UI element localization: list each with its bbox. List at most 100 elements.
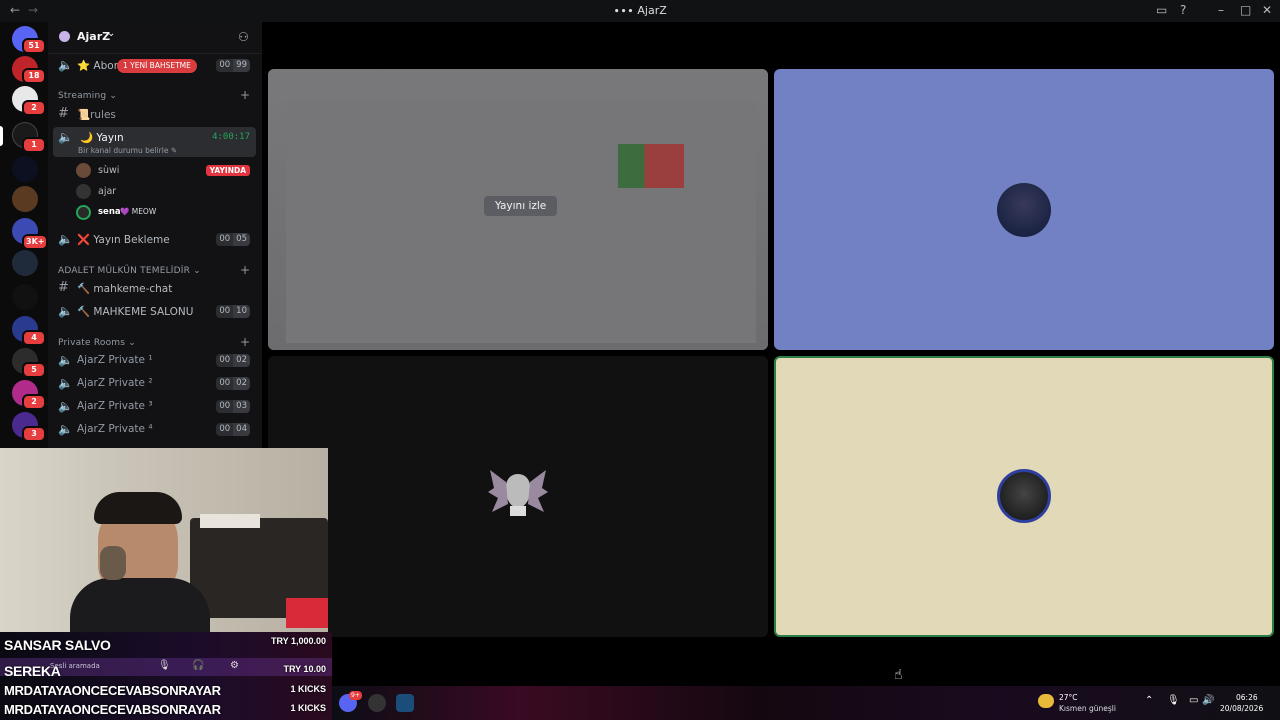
windows-taskbar: 9+ 27°C Kısmen güneşli ⌃ 🎙 ▭ 🔊 06:26 20/… [332, 686, 1280, 720]
server-badge: 2 [22, 394, 46, 410]
participant-tile[interactable] [774, 69, 1274, 350]
donor-name: SEREKA [4, 663, 61, 679]
server-badge: 18 [22, 68, 46, 84]
voice-channel-private-2[interactable]: 🔈 AjarZ Private ² 00 02 [53, 373, 256, 395]
microphone-icon: 🎙 [158, 660, 171, 671]
user-count: 00 02 [216, 377, 250, 390]
pencil-icon: ✎ [170, 146, 178, 155]
webcam-person-hair [94, 492, 182, 524]
speaker-icon: 🔈 [58, 58, 73, 72]
window-title-text: AjarZ [637, 4, 667, 17]
donation-amount: TRY 10.00 [283, 664, 326, 674]
donation-amount: 1 KICKS [290, 703, 326, 713]
weather-temperature[interactable]: 27°C [1059, 693, 1078, 702]
add-channel-icon[interactable]: + [240, 263, 250, 277]
text-channel-rules[interactable]: # 📜rules [53, 104, 256, 126]
app-taskbar-icon[interactable] [368, 694, 386, 712]
channel-sidebar: AjarZ ⌄ ⚇ 🔈 ⭐ Abon 1 YENİ BAHSETME 00 99 … [48, 22, 262, 450]
person-add-icon[interactable]: ⚇ [238, 30, 249, 44]
participant-avatar [997, 469, 1051, 523]
voice-channel-abone[interactable]: 🔈 ⭐ Abon 1 YENİ BAHSETME 00 99 [53, 55, 256, 77]
chevron-up-icon[interactable]: ⌃ [1145, 695, 1153, 706]
help-icon[interactable]: ? [1180, 3, 1186, 17]
user-count-current: 00 [216, 400, 234, 413]
active-server-indicator [0, 126, 3, 146]
speaker-icon: 🔈 [58, 376, 73, 390]
category-label: Streaming [58, 91, 107, 101]
webcam-headphone [100, 546, 126, 580]
voice-user[interactable]: ajar [76, 183, 250, 201]
server-icon[interactable] [12, 284, 38, 310]
window-title: ∙∙∙ AjarZ [0, 4, 1280, 17]
avatar [76, 184, 91, 199]
voice-channel-private-4[interactable]: 🔈 AjarZ Private ⁴ 00 04 [53, 419, 256, 441]
watch-stream-button[interactable]: Yayını izle [484, 196, 558, 216]
user-count-current: 00 [216, 59, 234, 72]
voice-user-name: ajar [98, 186, 117, 197]
maximize-icon[interactable]: □ [1240, 3, 1251, 17]
webcam-overlay [0, 448, 328, 636]
voice-channel-yayin-bekleme[interactable]: 🔈 ❌ Yayın Bekleme 00 05 [53, 229, 256, 251]
server-icon[interactable] [12, 186, 38, 212]
call-stage: Yayını izle ☝ [262, 22, 1280, 686]
channel-label: ❌ Yayın Bekleme [77, 234, 170, 246]
weather-icon[interactable] [1038, 694, 1054, 708]
channel-label: AjarZ Private ² [77, 377, 153, 389]
participant-avatar [486, 462, 550, 526]
voice-user[interactable]: sùwi YAYINDA [76, 162, 250, 180]
category-label: ADALET MÜLKÜN TEMELİDİR [58, 266, 191, 276]
speaker-icon: 🔈 [58, 422, 73, 436]
user-count-limit: 05 [233, 233, 250, 246]
channel-status-row[interactable]: Bir kanal durumu belirle ✎ [78, 146, 177, 155]
add-channel-icon[interactable]: + [240, 88, 250, 102]
microphone-tray-icon[interactable]: 🎙 [1167, 695, 1180, 706]
user-count: 00 02 [216, 354, 250, 367]
server-badge: 5 [22, 362, 46, 378]
donor-name: SANSAR SALVO [4, 637, 111, 653]
user-count: 00 10 [216, 305, 250, 318]
stream-preview-tile[interactable]: Yayını izle [268, 69, 768, 350]
channel-label: 🔨 MAHKEME SALONU [77, 306, 194, 318]
volume-icon[interactable]: 🔊 [1202, 695, 1214, 706]
minimize-icon[interactable]: – [1218, 3, 1224, 17]
server-icon[interactable] [12, 250, 38, 276]
call-timer: 4:00:17 [212, 132, 250, 142]
hash-icon: # [58, 280, 69, 295]
category-adalet[interactable]: ADALET MÜLKÜN TEMELİDİR ⌄ [58, 266, 201, 276]
channel-label: 📜rules [77, 109, 116, 121]
participant-tile[interactable] [268, 356, 768, 637]
participant-tile-speaking[interactable] [774, 356, 1274, 637]
clock-time[interactable]: 06:26 [1236, 693, 1258, 702]
channel-label: 🔨 mahkeme-chat [77, 283, 173, 295]
network-icon[interactable]: ▭ [1189, 695, 1198, 706]
text-channel-mahkeme-chat[interactable]: # 🔨 mahkeme-chat [53, 278, 256, 300]
category-streaming[interactable]: Streaming ⌄ [58, 91, 117, 101]
new-mention-badge[interactable]: 1 YENİ BAHSETME [117, 59, 197, 73]
category-private-rooms[interactable]: Private Rooms ⌄ [58, 338, 136, 348]
voice-user[interactable]: sena 💜 MEOW [76, 204, 250, 222]
speaker-icon: 🔈 [58, 304, 73, 318]
user-count-limit: 04 [233, 423, 250, 436]
server-icon[interactable] [12, 156, 38, 182]
headphones-icon: 🎧 [192, 660, 205, 671]
steam-taskbar-icon[interactable] [396, 694, 414, 712]
user-count-current: 00 [216, 423, 234, 436]
server-badge: 4 [22, 330, 46, 346]
user-count-limit: 10 [233, 305, 250, 318]
voice-channel-private-1[interactable]: 🔈 AjarZ Private ¹ 00 02 [53, 350, 256, 372]
chevron-down-icon[interactable]: ⌄ [107, 28, 115, 39]
clock-date[interactable]: 20/08/2026 [1220, 704, 1263, 713]
weather-description[interactable]: Kısmen güneşli [1059, 704, 1116, 713]
add-channel-icon[interactable]: + [240, 335, 250, 349]
voice-channel-mahkeme-salonu[interactable]: 🔈 🔨 MAHKEME SALONU 00 10 [53, 301, 256, 323]
stream-preview-flag [618, 144, 684, 188]
close-icon[interactable]: ✕ [1262, 3, 1272, 17]
voice-user-name: sena [98, 207, 121, 217]
server-header[interactable]: AjarZ ⌄ ⚇ [48, 22, 262, 54]
voice-channel-private-3[interactable]: 🔈 AjarZ Private ³ 00 03 [53, 396, 256, 418]
user-count: 00 99 [216, 59, 250, 72]
voice-channel-yayin[interactable]: 🔈 🌙 Yayın 4:00:17 Bir kanal durumu belir… [53, 127, 256, 157]
user-count-limit: 02 [233, 354, 250, 367]
inbox-icon[interactable]: ▭ [1156, 3, 1167, 17]
stream-preview-page [286, 103, 756, 343]
